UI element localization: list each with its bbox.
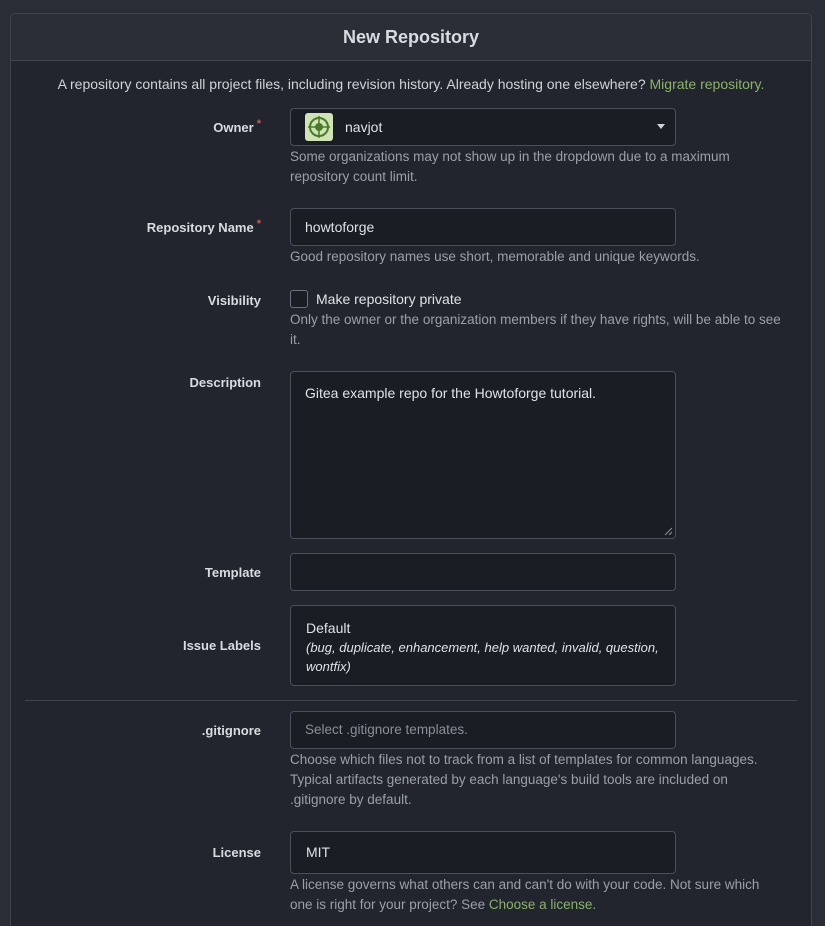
owner-value: navjot — [345, 119, 383, 135]
license-help: A license governs what others can and ca… — [290, 875, 785, 915]
required-marker: * — [256, 218, 261, 230]
repo-name-label: Repository Name * — [146, 218, 261, 235]
chevron-down-icon — [657, 124, 665, 129]
template-label: Template — [204, 565, 261, 580]
section-divider — [25, 700, 797, 701]
required-marker: * — [256, 118, 261, 130]
description-textarea[interactable]: Gitea example repo for the Howtoforge tu… — [290, 371, 676, 539]
private-checkbox-label[interactable]: Make repository private — [316, 291, 462, 307]
issue-labels-detail: (bug, duplicate, enhancement, help wante… — [306, 640, 659, 674]
gitignore-help: Choose which files not to track from a l… — [290, 752, 758, 807]
repo-name-help: Good repository names use short, memorab… — [290, 249, 700, 264]
description-label: Description — [189, 375, 261, 390]
private-checkbox[interactable] — [290, 290, 308, 308]
issue-labels-dropdown[interactable]: Default (bug, duplicate, enhancement, he… — [290, 605, 676, 686]
new-repository-card: New Repository A repository contains all… — [10, 13, 812, 926]
visibility-label: Visibility — [207, 293, 261, 308]
license-dropdown[interactable]: MIT — [290, 831, 676, 874]
intro-text: A repository contains all project files,… — [11, 76, 811, 92]
card-header: New Repository — [11, 14, 811, 61]
intro-description: A repository contains all project files,… — [57, 76, 650, 92]
resize-handle-icon[interactable] — [664, 527, 673, 536]
owner-help: Some organizations may not show up in th… — [290, 149, 730, 184]
page-title: New Repository — [342, 26, 480, 47]
owner-label: Owner * — [213, 118, 261, 135]
migrate-repository-link[interactable]: Migrate repository. — [650, 76, 765, 92]
description-value: Gitea example repo for the Howtoforge tu… — [305, 385, 597, 401]
license-label: License — [212, 845, 261, 860]
template-dropdown[interactable] — [290, 553, 676, 591]
issue-labels-label: Issue Labels — [182, 638, 261, 653]
owner-avatar — [305, 113, 333, 141]
repo-name-input[interactable]: howtoforge — [290, 208, 676, 246]
issue-labels-value: Default — [306, 620, 351, 636]
gitignore-dropdown[interactable]: Select .gitignore templates. — [290, 711, 676, 749]
choose-license-link[interactable]: Choose a license. — [489, 897, 596, 912]
gitignore-label: .gitignore — [201, 723, 261, 738]
owner-dropdown[interactable]: navjot — [290, 108, 676, 146]
visibility-help: Only the owner or the organization membe… — [290, 312, 781, 347]
